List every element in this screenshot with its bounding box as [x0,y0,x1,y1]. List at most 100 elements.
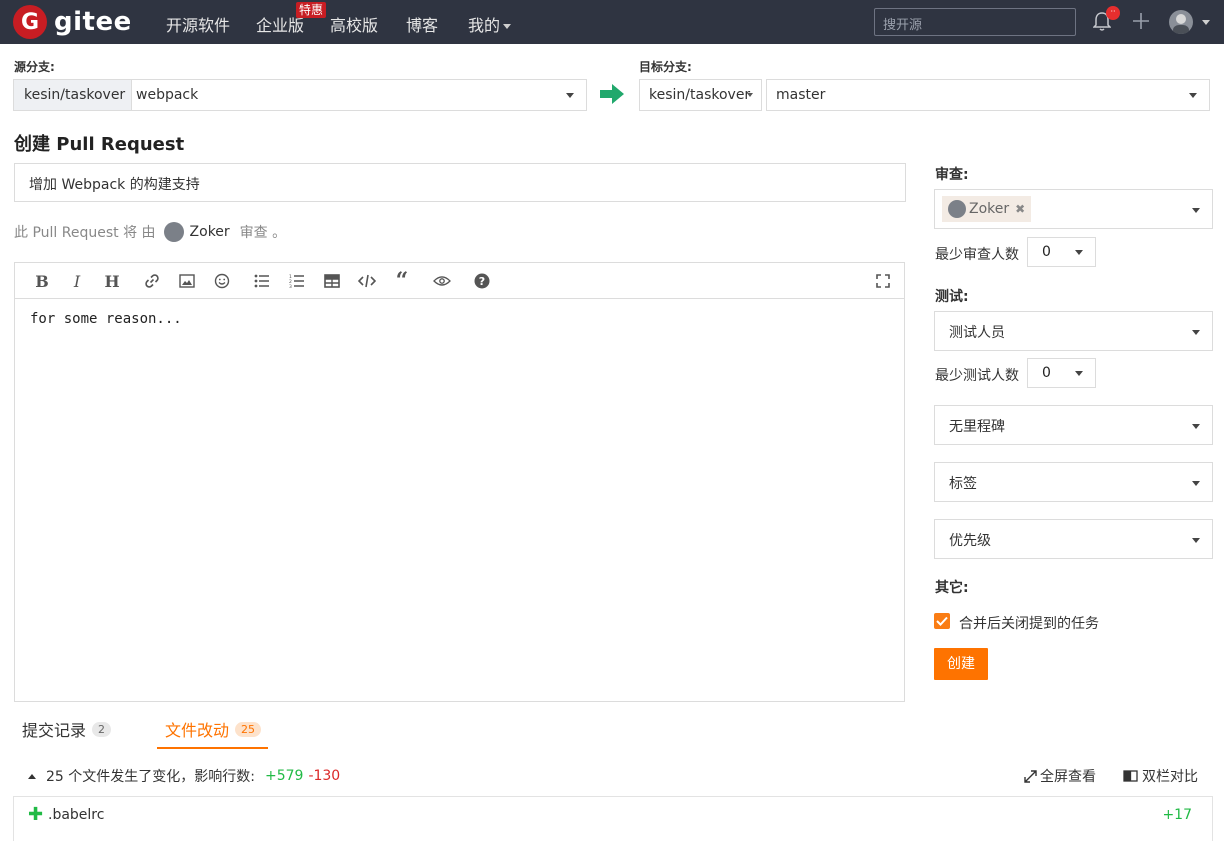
target-branch-label: 目标分支: [639,60,692,74]
promo-badge: 特惠 [296,2,327,18]
chevron-down-icon [1192,330,1200,335]
heading-icon[interactable]: H [102,271,122,291]
reviewer-name[interactable]: Zoker [190,224,230,240]
pr-title-input[interactable]: 增加 Webpack 的构建支持 [14,163,906,202]
tab-commits[interactable]: 提交记录 2 [22,717,112,741]
table-icon[interactable] [322,271,342,291]
bold-icon[interactable]: B [32,271,52,291]
italic-icon[interactable]: I [67,271,87,291]
bullet-list-icon[interactable] [252,271,272,291]
nav-blog[interactable]: 博客 [406,12,438,36]
editor-toolbar: B I H 123 “ ? [15,263,904,299]
milestone-value: 无里程碑 [949,419,1005,435]
file-additions: +17 [1162,807,1192,823]
preview-eye-icon[interactable] [432,271,452,291]
source-repo: kesin/taskover [14,80,132,110]
review-info: 此 Pull Request 将 由 Zoker 审查 。 [14,222,286,242]
split-view-button[interactable]: 双栏对比 [1123,766,1198,786]
review-prefix: 此 Pull Request 将 由 [14,225,156,241]
file-added-icon: ✚ [28,804,44,825]
chevron-down-icon [1075,250,1083,255]
arrow-right-icon [600,84,624,104]
tags-value: 标签 [949,476,977,492]
priority-select[interactable]: 优先级 [934,519,1213,559]
gitee-logo[interactable]: G gitee [13,5,132,39]
close-issues-label[interactable]: 合并后关闭提到的任务 [959,613,1099,633]
min-testers-label: 最少测试人数 [935,368,1019,384]
file-name[interactable]: .babelrc [48,807,104,823]
reviewer-tag-name: Zoker [969,201,1010,217]
summary-text: 25 个文件发生了变化，影响行数: [46,769,255,785]
summary-additions: +579 [264,768,304,784]
logo-icon: G [13,5,47,39]
svg-text:?: ? [479,275,485,288]
avatar[interactable] [1169,10,1193,34]
close-icon[interactable]: ✖ [1015,202,1025,216]
chevron-down-icon[interactable] [1202,20,1210,25]
source-branch-select[interactable]: kesin/taskover webpack [13,79,587,111]
tab-commits-count: 2 [92,721,112,737]
split-view-icon [1123,770,1138,782]
target-repo-value: kesin/taskover [649,87,751,103]
tab-files-label: 文件改动 [165,721,230,740]
avatar [163,222,184,242]
avatar [948,200,966,218]
editor-textarea[interactable]: for some reason... [15,299,904,339]
active-tab-indicator [157,747,268,749]
test-label: 测试: [935,289,969,305]
plus-icon[interactable] [1131,11,1151,31]
reviewer-tag: Zoker ✖ [942,196,1032,222]
source-branch-label: 源分支: [14,60,55,74]
chevron-down-icon [1075,371,1083,376]
tester-placeholder: 测试人员 [949,325,1005,341]
min-reviewers-value: 0 [1042,244,1051,260]
min-testers-value: 0 [1042,365,1051,381]
chevron-down-icon [1192,424,1200,429]
emoji-icon[interactable] [212,271,232,291]
tester-select[interactable]: 测试人员 [934,311,1213,351]
page-title: 创建 Pull Request [14,134,185,155]
priority-value: 优先级 [949,533,991,549]
logo-text: gitee [54,7,132,37]
target-branch-value: master [776,87,826,103]
chevron-down-icon [1192,208,1200,213]
image-icon[interactable] [177,271,197,291]
source-branch-value: webpack [136,87,199,103]
create-button[interactable]: 创建 [934,648,988,680]
reviewer-select[interactable]: Zoker ✖ [934,189,1213,229]
collapse-icon[interactable] [28,773,36,779]
chevron-down-icon [503,24,512,29]
diff-summary: 25 个文件发生了变化，影响行数: +579 -130 [28,766,340,786]
quote-icon[interactable]: “ [392,268,412,294]
close-issues-checkbox[interactable] [934,613,950,629]
nav-mine[interactable]: 我的 [468,12,512,36]
milestone-select[interactable]: 无里程碑 [934,405,1213,445]
notification-badge: ·· [1106,6,1120,20]
markdown-editor: B I H 123 “ ? for some reason... [14,262,905,702]
expand-icon [1024,769,1037,783]
fullscreen-icon[interactable] [873,271,893,291]
target-repo-select[interactable]: kesin/taskover [639,79,762,111]
help-icon[interactable]: ? [472,271,492,291]
numbered-list-icon[interactable]: 123 [287,271,307,291]
search-input[interactable]: 搜开源 [874,8,1076,36]
tab-files[interactable]: 文件改动 25 [165,717,262,741]
file-row[interactable]: ✚ .babelrc +17 [13,796,1213,841]
chevron-down-icon [1192,481,1200,486]
nav-open-source[interactable]: 开源软件 [166,12,230,36]
min-reviewers-select[interactable]: 0 [1027,237,1096,267]
review-label: 审查: [935,167,969,183]
min-testers-select[interactable]: 0 [1027,358,1096,388]
target-branch-select[interactable]: master [766,79,1210,111]
split-view-label: 双栏对比 [1142,769,1198,785]
check-icon [936,616,948,626]
nav-university[interactable]: 高校版 [330,12,378,36]
svg-text:3: 3 [289,284,292,288]
fullscreen-button[interactable]: 全屏查看 [1024,766,1096,786]
min-reviewers-label: 最少审查人数 [935,247,1019,263]
tags-select[interactable]: 标签 [934,462,1213,502]
other-label: 其它: [935,580,969,596]
link-icon[interactable] [142,271,162,291]
code-icon[interactable] [357,271,377,291]
chevron-down-icon [747,93,753,97]
